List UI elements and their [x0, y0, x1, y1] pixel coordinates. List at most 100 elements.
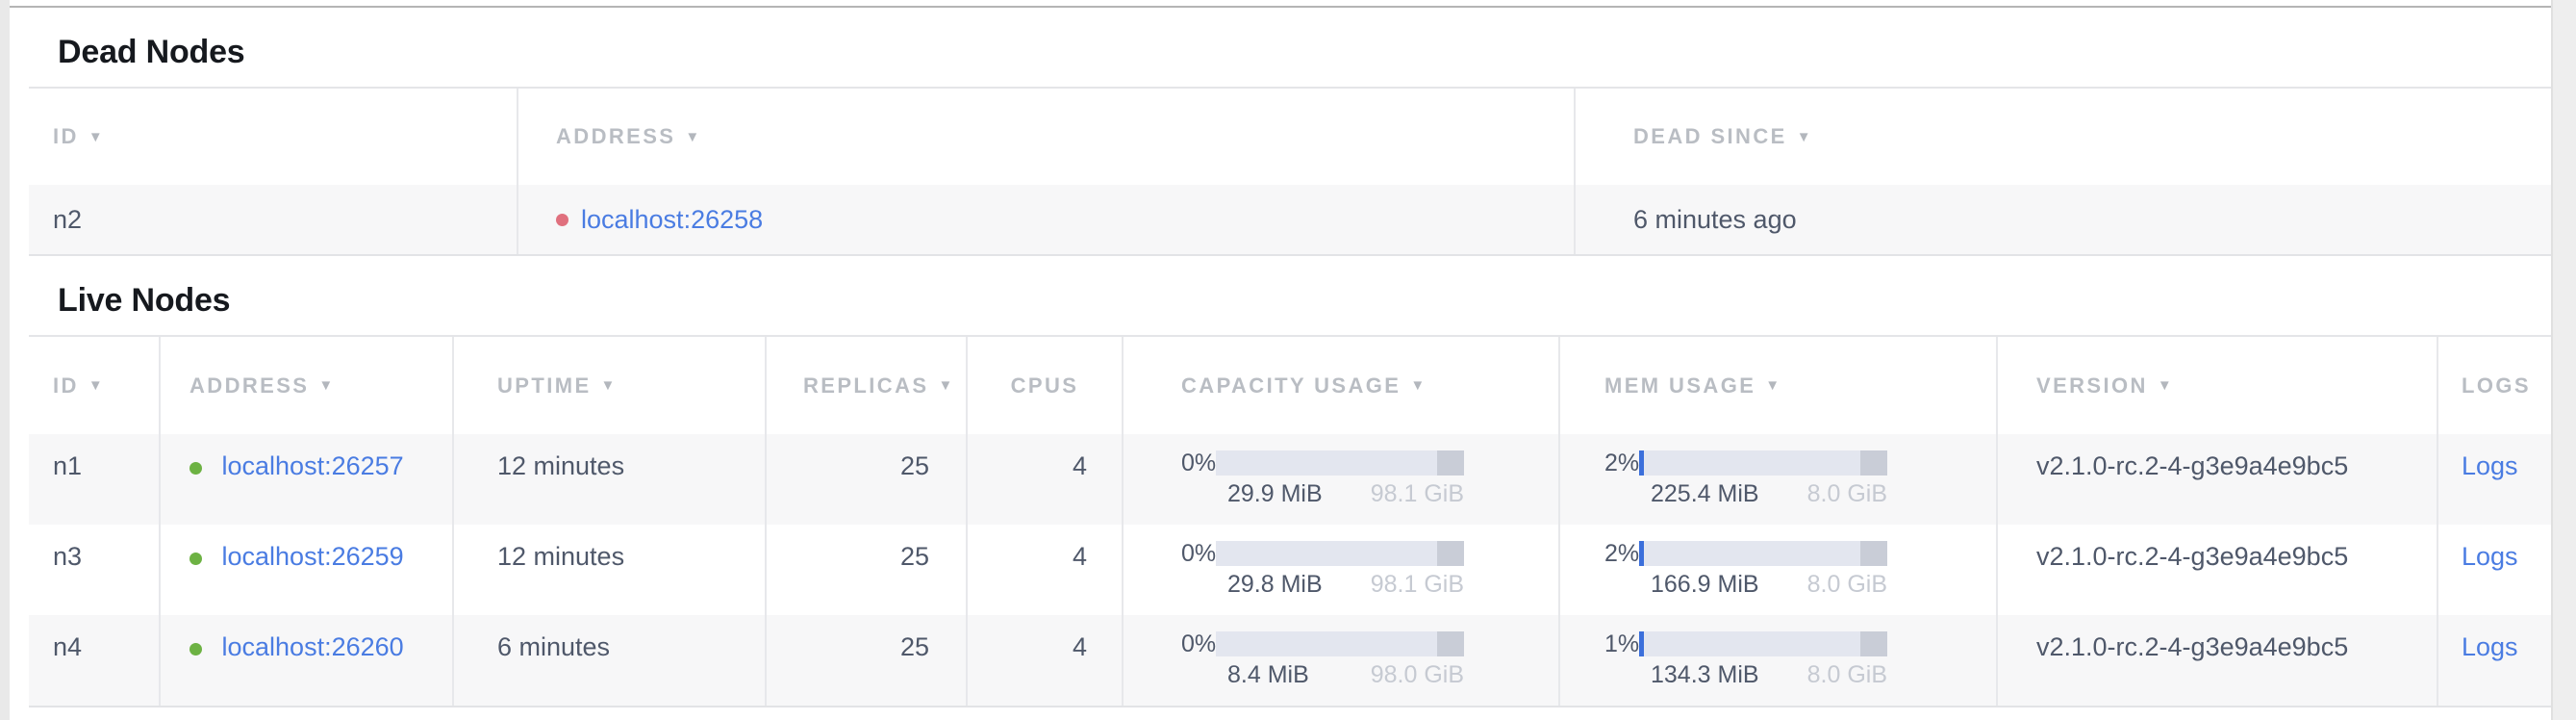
- node-address-cell: localhost:26259: [161, 525, 454, 615]
- sort-desc-icon: ▼: [685, 129, 699, 145]
- logs-link[interactable]: Logs: [2462, 542, 2518, 571]
- mem-used-value: 225.4 MiB: [1651, 481, 1759, 506]
- capacity-usage-cell: 0% 29.9 MiB 98.1 GiB: [1124, 434, 1560, 525]
- live-nodes-table: ID ▼ ADDRESS ▼ UPTIME ▼ REPLICAS ▼ CPUS: [29, 337, 2551, 707]
- replicas-cell: 25: [767, 525, 968, 615]
- live-node-row: n1 localhost:26257 12 minutes 25 4 0%: [29, 434, 2551, 525]
- replicas-cell: 25: [767, 615, 968, 706]
- logs-cell: Logs: [2438, 525, 2551, 615]
- sort-desc-icon: ▼: [1765, 377, 1780, 394]
- node-id-cell: n3: [29, 525, 161, 615]
- dead-col-header-dead-since[interactable]: DEAD SINCE ▼: [1576, 89, 2551, 185]
- mem-total-value: 8.0 GiB: [1807, 481, 1887, 506]
- col-header-id[interactable]: ID ▼: [29, 337, 161, 434]
- capacity-reserved-segment: [1437, 631, 1464, 656]
- col-header-address[interactable]: ADDRESS ▼: [161, 337, 454, 434]
- uptime-cell: 6 minutes: [454, 615, 767, 706]
- mem-total-value: 8.0 GiB: [1807, 572, 1887, 597]
- version-cell: v2.1.0-rc.2-4-g3e9a4e9bc5: [1998, 615, 2438, 706]
- node-address-cell: localhost:26258: [518, 185, 1576, 254]
- version-cell: v2.1.0-rc.2-4-g3e9a4e9bc5: [1998, 434, 2438, 525]
- sort-desc-icon: ▼: [318, 377, 333, 394]
- replicas-cell: 25: [767, 434, 968, 525]
- logs-link[interactable]: Logs: [2462, 632, 2518, 661]
- page-right-gutter: [2551, 0, 2576, 720]
- col-header-logs: LOGS: [2438, 337, 2551, 434]
- sort-desc-icon: ▼: [938, 377, 952, 394]
- mem-usage-cell: 2% 166.9 MiB 8.0 GiB: [1560, 525, 1998, 615]
- mem-reserved-segment: [1860, 541, 1887, 566]
- live-nodes-title: Live Nodes: [29, 256, 2551, 337]
- mem-used-value: 134.3 MiB: [1651, 662, 1759, 687]
- capacity-usage-cell: 0% 29.8 MiB 98.1 GiB: [1124, 525, 1560, 615]
- version-cell: v2.1.0-rc.2-4-g3e9a4e9bc5: [1998, 525, 2438, 615]
- capacity-total-value: 98.0 GiB: [1371, 662, 1464, 687]
- logs-cell: Logs: [2438, 434, 2551, 525]
- live-node-row: n4 localhost:26260 6 minutes 25 4 0%: [29, 615, 2551, 706]
- col-header-cpus: CPUS: [968, 337, 1124, 434]
- dead-col-header-address[interactable]: ADDRESS ▼: [518, 89, 1576, 185]
- node-id-cell: n1: [29, 434, 161, 525]
- mem-reserved-segment: [1860, 631, 1887, 656]
- live-status-dot-icon: [189, 553, 202, 565]
- dead-nodes-title: Dead Nodes: [29, 8, 2551, 89]
- sort-desc-icon: ▼: [88, 377, 103, 394]
- live-nodes-header-row: ID ▼ ADDRESS ▼ UPTIME ▼ REPLICAS ▼ CPUS: [29, 337, 2551, 434]
- live-status-dot-icon: [189, 462, 202, 475]
- dead-col-header-id[interactable]: ID ▼: [29, 89, 518, 185]
- node-address-link[interactable]: localhost:26258: [581, 206, 763, 233]
- mem-usage-cell: 2% 225.4 MiB 8.0 GiB: [1560, 434, 1998, 525]
- dead-node-row: n2 localhost:26258 6 minutes ago: [29, 185, 2551, 254]
- capacity-usage-bar: [1216, 631, 1464, 656]
- cpus-cell: 4: [968, 525, 1124, 615]
- capacity-total-value: 98.1 GiB: [1371, 481, 1464, 506]
- capacity-percent: 0%: [1181, 450, 1216, 476]
- node-address-cell: localhost:26260: [161, 615, 454, 706]
- capacity-used-value: 29.8 MiB: [1227, 572, 1323, 597]
- col-header-replicas[interactable]: REPLICAS ▼: [767, 337, 968, 434]
- capacity-used-value: 29.9 MiB: [1227, 481, 1323, 506]
- mem-total-value: 8.0 GiB: [1807, 662, 1887, 687]
- live-status-dot-icon: [189, 643, 202, 656]
- sort-desc-icon: ▼: [2158, 377, 2172, 394]
- page-left-gutter: [0, 0, 10, 720]
- node-address-link[interactable]: localhost:26259: [222, 542, 404, 571]
- mem-usage-cell: 1% 134.3 MiB 8.0 GiB: [1560, 615, 1998, 706]
- mem-usage-bar: [1639, 541, 1887, 566]
- mem-percent: 2%: [1604, 540, 1639, 567]
- capacity-usage-cell: 0% 8.4 MiB 98.0 GiB: [1124, 615, 1560, 706]
- dead-since-cell: 6 minutes ago: [1576, 185, 2551, 254]
- capacity-percent: 0%: [1181, 630, 1216, 657]
- sort-desc-icon: ▼: [1410, 377, 1425, 394]
- mem-used-value: 166.9 MiB: [1651, 572, 1759, 597]
- capacity-usage-bar: [1216, 450, 1464, 476]
- live-node-row: n3 localhost:26259 12 minutes 25 4 0%: [29, 525, 2551, 615]
- mem-used-segment: [1639, 450, 1644, 476]
- col-header-uptime[interactable]: UPTIME ▼: [454, 337, 767, 434]
- logs-link[interactable]: Logs: [2462, 451, 2518, 480]
- mem-percent: 2%: [1604, 450, 1639, 476]
- node-address-link[interactable]: localhost:26257: [222, 451, 404, 480]
- node-address-cell: localhost:26257: [161, 434, 454, 525]
- col-header-mem-usage[interactable]: MEM USAGE ▼: [1560, 337, 1998, 434]
- dead-nodes-header-row: ID ▼ ADDRESS ▼ DEAD SINCE ▼: [29, 89, 2551, 185]
- node-address-link[interactable]: localhost:26260: [222, 632, 404, 661]
- cpus-cell: 4: [968, 615, 1124, 706]
- logs-cell: Logs: [2438, 615, 2551, 706]
- capacity-percent: 0%: [1181, 540, 1216, 567]
- sort-desc-icon: ▼: [601, 377, 616, 394]
- col-header-capacity-usage[interactable]: CAPACITY USAGE ▼: [1124, 337, 1560, 434]
- mem-usage-bar: [1639, 450, 1887, 476]
- node-id-cell: n4: [29, 615, 161, 706]
- mem-percent: 1%: [1604, 630, 1639, 657]
- mem-usage-bar: [1639, 631, 1887, 656]
- mem-reserved-segment: [1860, 450, 1887, 476]
- nodes-overview-panel: Dead Nodes ID ▼ ADDRESS ▼ DEAD SINCE ▼ n…: [10, 0, 2551, 720]
- capacity-reserved-segment: [1437, 450, 1464, 476]
- capacity-reserved-segment: [1437, 541, 1464, 566]
- col-header-version[interactable]: VERSION ▼: [1998, 337, 2438, 434]
- uptime-cell: 12 minutes: [454, 525, 767, 615]
- node-id-cell: n2: [29, 185, 518, 254]
- mem-used-segment: [1639, 541, 1644, 566]
- capacity-used-value: 8.4 MiB: [1227, 662, 1309, 687]
